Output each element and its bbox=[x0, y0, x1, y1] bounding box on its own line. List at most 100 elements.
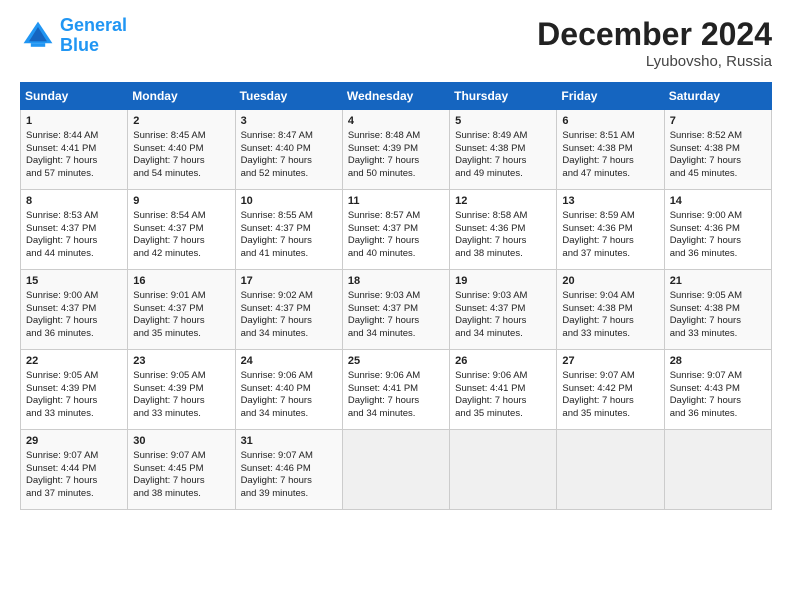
day-info-line: Daylight: 7 hours bbox=[241, 315, 337, 328]
day-info-line: Daylight: 7 hours bbox=[26, 315, 122, 328]
day-number: 21 bbox=[670, 274, 766, 289]
calendar-cell: 6Sunrise: 8:51 AMSunset: 4:38 PMDaylight… bbox=[557, 110, 664, 190]
day-info-line: Sunset: 4:41 PM bbox=[26, 143, 122, 156]
day-info-line: and 45 minutes. bbox=[670, 168, 766, 181]
logo-line2: Blue bbox=[60, 35, 99, 55]
header: General Blue December 2024 Lyubovsho, Ru… bbox=[20, 16, 772, 70]
calendar-cell: 17Sunrise: 9:02 AMSunset: 4:37 PMDayligh… bbox=[235, 270, 342, 350]
day-number: 28 bbox=[670, 354, 766, 369]
day-info-line: Sunset: 4:39 PM bbox=[133, 383, 229, 396]
calendar-cell: 11Sunrise: 8:57 AMSunset: 4:37 PMDayligh… bbox=[342, 190, 449, 270]
day-info-line: Sunset: 4:40 PM bbox=[133, 143, 229, 156]
day-info-line: Sunrise: 8:54 AM bbox=[133, 210, 229, 223]
day-info-line: Daylight: 7 hours bbox=[26, 155, 122, 168]
calendar-cell bbox=[664, 430, 771, 510]
day-number: 30 bbox=[133, 434, 229, 449]
day-info-line: Daylight: 7 hours bbox=[133, 155, 229, 168]
calendar-cell: 1Sunrise: 8:44 AMSunset: 4:41 PMDaylight… bbox=[21, 110, 128, 190]
day-info-line: Sunset: 4:37 PM bbox=[26, 223, 122, 236]
day-info-line: Sunset: 4:37 PM bbox=[241, 303, 337, 316]
day-number: 31 bbox=[241, 434, 337, 449]
day-info-line: Daylight: 7 hours bbox=[670, 235, 766, 248]
calendar-week-3: 15Sunrise: 9:00 AMSunset: 4:37 PMDayligh… bbox=[21, 270, 772, 350]
day-info-line: Sunrise: 9:06 AM bbox=[241, 370, 337, 383]
day-number: 7 bbox=[670, 114, 766, 129]
day-info-line: Daylight: 7 hours bbox=[562, 395, 658, 408]
logo-line1: General bbox=[60, 15, 127, 35]
day-info-line: Sunrise: 9:01 AM bbox=[133, 290, 229, 303]
day-info-line: Sunset: 4:44 PM bbox=[26, 463, 122, 476]
calendar-cell bbox=[342, 430, 449, 510]
day-info-line: Daylight: 7 hours bbox=[241, 235, 337, 248]
day-info-line: Sunrise: 9:05 AM bbox=[133, 370, 229, 383]
calendar-cell: 31Sunrise: 9:07 AMSunset: 4:46 PMDayligh… bbox=[235, 430, 342, 510]
calendar-cell: 10Sunrise: 8:55 AMSunset: 4:37 PMDayligh… bbox=[235, 190, 342, 270]
day-number: 11 bbox=[348, 194, 444, 209]
day-info-line: and 37 minutes. bbox=[26, 488, 122, 501]
day-info-line: Sunrise: 8:48 AM bbox=[348, 130, 444, 143]
day-info-line: and 52 minutes. bbox=[241, 168, 337, 181]
day-info-line: Sunrise: 8:47 AM bbox=[241, 130, 337, 143]
day-info-line: Sunrise: 9:06 AM bbox=[348, 370, 444, 383]
day-number: 2 bbox=[133, 114, 229, 129]
calendar-cell: 30Sunrise: 9:07 AMSunset: 4:45 PMDayligh… bbox=[128, 430, 235, 510]
day-info-line: and 49 minutes. bbox=[455, 168, 551, 181]
day-info-line: Daylight: 7 hours bbox=[241, 475, 337, 488]
day-info-line: Daylight: 7 hours bbox=[455, 155, 551, 168]
day-number: 8 bbox=[26, 194, 122, 209]
day-info-line: Sunset: 4:37 PM bbox=[348, 223, 444, 236]
day-number: 18 bbox=[348, 274, 444, 289]
day-info-line: Sunrise: 8:57 AM bbox=[348, 210, 444, 223]
calendar-week-4: 22Sunrise: 9:05 AMSunset: 4:39 PMDayligh… bbox=[21, 350, 772, 430]
day-info-line: Daylight: 7 hours bbox=[241, 155, 337, 168]
day-info-line: Daylight: 7 hours bbox=[133, 395, 229, 408]
day-info-line: Sunset: 4:41 PM bbox=[455, 383, 551, 396]
day-info-line: and 42 minutes. bbox=[133, 248, 229, 261]
calendar-cell: 4Sunrise: 8:48 AMSunset: 4:39 PMDaylight… bbox=[342, 110, 449, 190]
day-number: 27 bbox=[562, 354, 658, 369]
month-title: December 2024 bbox=[537, 16, 772, 53]
logo-text: General Blue bbox=[60, 16, 127, 56]
day-info-line: Daylight: 7 hours bbox=[133, 475, 229, 488]
day-info-line: Daylight: 7 hours bbox=[26, 395, 122, 408]
day-info-line: and 50 minutes. bbox=[348, 168, 444, 181]
calendar-cell: 22Sunrise: 9:05 AMSunset: 4:39 PMDayligh… bbox=[21, 350, 128, 430]
calendar-week-2: 8Sunrise: 8:53 AMSunset: 4:37 PMDaylight… bbox=[21, 190, 772, 270]
day-info-line: Sunset: 4:36 PM bbox=[562, 223, 658, 236]
day-info-line: Sunset: 4:37 PM bbox=[241, 223, 337, 236]
day-info-line: Sunrise: 9:07 AM bbox=[26, 450, 122, 463]
calendar-cell: 29Sunrise: 9:07 AMSunset: 4:44 PMDayligh… bbox=[21, 430, 128, 510]
day-info-line: Sunset: 4:38 PM bbox=[562, 303, 658, 316]
day-info-line: Sunrise: 9:02 AM bbox=[241, 290, 337, 303]
calendar-cell: 20Sunrise: 9:04 AMSunset: 4:38 PMDayligh… bbox=[557, 270, 664, 350]
day-info-line: Daylight: 7 hours bbox=[348, 155, 444, 168]
day-info-line: Sunrise: 8:59 AM bbox=[562, 210, 658, 223]
day-info-line: Daylight: 7 hours bbox=[348, 315, 444, 328]
day-info-line: Sunset: 4:40 PM bbox=[241, 383, 337, 396]
day-number: 17 bbox=[241, 274, 337, 289]
day-info-line: Sunrise: 8:44 AM bbox=[26, 130, 122, 143]
day-header-friday: Friday bbox=[557, 83, 664, 110]
day-info-line: and 41 minutes. bbox=[241, 248, 337, 261]
day-info-line: Daylight: 7 hours bbox=[562, 315, 658, 328]
logo-icon bbox=[20, 18, 56, 54]
day-number: 1 bbox=[26, 114, 122, 129]
calendar-week-5: 29Sunrise: 9:07 AMSunset: 4:44 PMDayligh… bbox=[21, 430, 772, 510]
day-info-line: and 40 minutes. bbox=[348, 248, 444, 261]
day-number: 4 bbox=[348, 114, 444, 129]
day-info-line: and 57 minutes. bbox=[26, 168, 122, 181]
title-block: December 2024 Lyubovsho, Russia bbox=[537, 16, 772, 70]
day-info-line: Sunset: 4:39 PM bbox=[26, 383, 122, 396]
calendar-cell: 23Sunrise: 9:05 AMSunset: 4:39 PMDayligh… bbox=[128, 350, 235, 430]
day-info-line: Sunrise: 9:05 AM bbox=[670, 290, 766, 303]
day-info-line: Daylight: 7 hours bbox=[133, 315, 229, 328]
day-number: 29 bbox=[26, 434, 122, 449]
day-info-line: and 47 minutes. bbox=[562, 168, 658, 181]
day-number: 19 bbox=[455, 274, 551, 289]
day-info-line: and 35 minutes. bbox=[133, 328, 229, 341]
day-info-line: Daylight: 7 hours bbox=[26, 475, 122, 488]
day-header-monday: Monday bbox=[128, 83, 235, 110]
day-info-line: Sunrise: 9:07 AM bbox=[562, 370, 658, 383]
day-info-line: Daylight: 7 hours bbox=[670, 315, 766, 328]
day-info-line: Daylight: 7 hours bbox=[241, 395, 337, 408]
